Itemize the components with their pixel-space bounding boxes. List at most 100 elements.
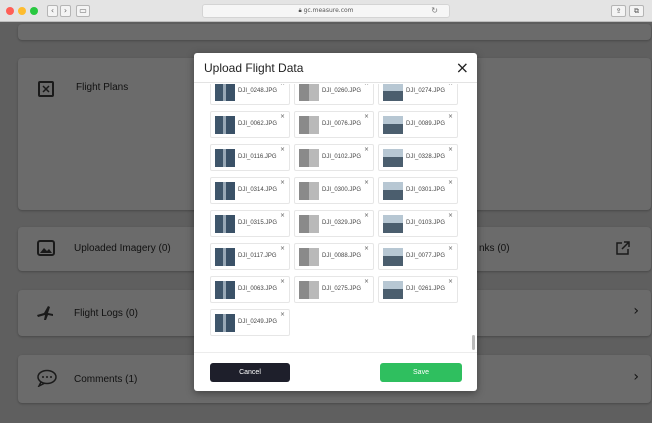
file-thumbnail <box>299 116 319 134</box>
file-name: DJI_0249.JPG <box>238 319 278 325</box>
file-name: DJI_0116.JPG <box>238 154 277 160</box>
file-thumbnail <box>299 215 319 233</box>
file-name: DJI_0103.JPG <box>406 220 446 226</box>
file-tile: DJI_0274.JPG× <box>378 84 458 105</box>
file-tile: DJI_0116.JPG × <box>210 144 290 171</box>
zoom-window-button[interactable] <box>30 7 38 15</box>
file-name: DJI_0275.JPG <box>322 286 362 292</box>
remove-file-icon[interactable]: × <box>280 212 285 219</box>
url-text: 🔒︎ gc.measure.com <box>298 7 354 14</box>
remove-file-icon[interactable]: × <box>280 146 285 153</box>
file-thumbnail <box>215 314 235 332</box>
image-icon <box>37 240 55 261</box>
file-tile: DJI_0062.JPG × <box>210 111 290 138</box>
file-tile: DJI_0117.JPG × <box>210 243 290 270</box>
file-name: DJI_0260.JPG <box>322 88 362 94</box>
browser-toolbar: ‹ › ▭ 🔒︎ gc.measure.com ↻ ⇪ ⧉ <box>0 0 652 22</box>
minimize-window-button[interactable] <box>18 7 26 15</box>
remove-file-icon[interactable]: × <box>448 245 453 252</box>
file-name: DJI_0261.JPG <box>406 286 446 292</box>
file-name: DJI_0117.JPG <box>238 253 277 259</box>
file-name: DJI_0329.JPG <box>322 220 362 226</box>
comments-label: Comments (1) <box>74 374 138 385</box>
file-tile: DJI_0102.JPG × <box>294 144 374 171</box>
file-name: DJI_0062.JPG <box>238 121 278 127</box>
remove-file-icon[interactable]: × <box>280 113 285 120</box>
close-window-button[interactable] <box>6 7 14 15</box>
modal-title: Upload Flight Data <box>204 61 304 75</box>
remove-file-icon[interactable]: × <box>448 212 453 219</box>
remove-file-icon[interactable]: × <box>280 278 285 285</box>
save-button[interactable]: Save <box>380 363 462 382</box>
file-grid: DJI_0248.JPG×DJI_0260.JPG×DJI_0274.JPG×D… <box>210 84 462 336</box>
file-thumbnail <box>383 248 403 266</box>
map-icon <box>37 80 55 103</box>
modal-header: Upload Flight Data × <box>194 53 477 83</box>
file-name: DJI_0076.JPG <box>322 121 362 127</box>
remove-file-icon[interactable]: × <box>364 113 369 120</box>
remove-file-icon[interactable]: × <box>280 311 285 318</box>
remove-file-icon[interactable]: × <box>364 146 369 153</box>
file-name: DJI_0088.JPG <box>322 253 362 259</box>
file-tile: DJI_0315.JPG × <box>210 210 290 237</box>
file-name: DJI_0102.JPG <box>322 154 362 160</box>
close-icon[interactable]: × <box>456 58 469 77</box>
remove-file-icon[interactable]: × <box>364 278 369 285</box>
remove-file-icon[interactable]: × <box>364 245 369 252</box>
file-thumbnail <box>299 149 319 167</box>
remove-file-icon[interactable]: × <box>364 84 369 87</box>
flight-logs-label: Flight Logs (0) <box>74 308 138 319</box>
uploaded-imagery-label: Uploaded Imagery (0) <box>74 243 171 254</box>
lock-icon: 🔒︎ <box>298 7 302 14</box>
upload-flight-data-modal: Upload Flight Data × DJI_0248.JPG×DJI_02… <box>194 53 477 391</box>
file-tile: DJI_0063.JPG × <box>210 276 290 303</box>
file-name: DJI_0274.JPG <box>406 88 446 94</box>
file-tile: DJI_0260.JPG× <box>294 84 374 105</box>
remove-file-icon[interactable]: × <box>364 212 369 219</box>
file-thumbnail <box>299 281 319 299</box>
remove-file-icon[interactable]: × <box>448 179 453 186</box>
back-button[interactable]: ‹ <box>47 5 58 17</box>
flight-plans-label: Flight Plans <box>76 82 129 93</box>
file-name: DJI_0063.JPG <box>238 286 278 292</box>
external-link-icon[interactable] <box>615 240 631 261</box>
file-name: DJI_0089.JPG <box>406 121 446 127</box>
remove-file-icon[interactable]: × <box>280 84 285 87</box>
modal-footer: Cancel Save <box>194 352 477 391</box>
file-thumbnail <box>215 215 235 233</box>
forward-button[interactable]: › <box>60 5 71 17</box>
file-thumbnail <box>299 84 319 101</box>
file-tile: DJI_0103.JPG × <box>378 210 458 237</box>
file-thumbnail <box>383 281 403 299</box>
remove-file-icon[interactable]: × <box>280 179 285 186</box>
sidebar-toggle-button[interactable]: ▭ <box>76 5 90 17</box>
address-bar[interactable]: 🔒︎ gc.measure.com ↻ <box>202 4 450 18</box>
remove-file-icon[interactable]: × <box>448 278 453 285</box>
tabs-button[interactable]: ⧉ <box>629 5 644 17</box>
remove-file-icon[interactable]: × <box>448 146 453 153</box>
file-thumbnail <box>215 116 235 134</box>
file-thumbnail <box>215 248 235 266</box>
chat-icon <box>36 369 58 392</box>
remove-file-icon[interactable]: × <box>448 113 453 120</box>
chevron-right-icon[interactable]: › <box>633 303 639 319</box>
file-tile: DJI_0076.JPG × <box>294 111 374 138</box>
cancel-button[interactable]: Cancel <box>210 363 290 382</box>
file-list[interactable]: DJI_0248.JPG×DJI_0260.JPG×DJI_0274.JPG×D… <box>194 84 477 352</box>
reload-icon[interactable]: ↻ <box>431 6 438 15</box>
file-name: DJI_0328.JPG <box>406 154 446 160</box>
file-thumbnail <box>383 215 403 233</box>
file-thumbnail <box>215 182 235 200</box>
remove-file-icon[interactable]: × <box>448 84 453 87</box>
share-button[interactable]: ⇪ <box>611 5 626 17</box>
remove-file-icon[interactable]: × <box>280 245 285 252</box>
file-tile: DJI_0248.JPG× <box>210 84 290 105</box>
file-tile: DJI_0275.JPG × <box>294 276 374 303</box>
file-thumbnail <box>215 281 235 299</box>
file-tile: DJI_0329.JPG × <box>294 210 374 237</box>
remove-file-icon[interactable]: × <box>364 179 369 186</box>
chevron-right-icon[interactable]: › <box>633 369 639 385</box>
file-thumbnail <box>299 182 319 200</box>
file-thumbnail <box>383 84 403 101</box>
scrollbar[interactable] <box>472 335 475 350</box>
